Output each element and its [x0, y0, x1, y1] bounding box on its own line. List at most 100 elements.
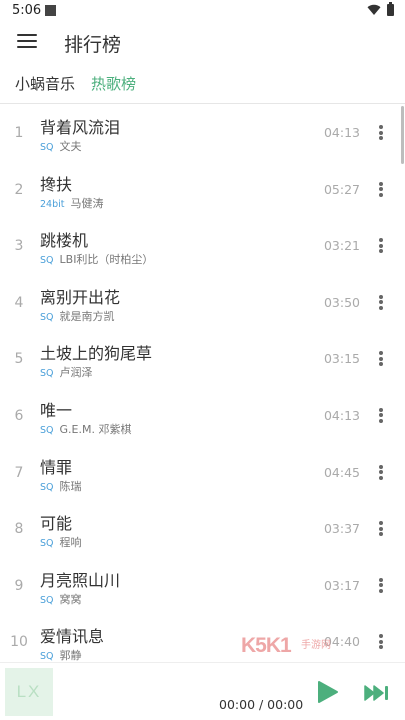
song-row[interactable]: 7 情罪 SQ 陈瑞 04:45 [0, 445, 400, 502]
quality-badge: SQ [40, 368, 54, 380]
song-index: 3 [14, 238, 24, 255]
more-options-icon[interactable] [378, 125, 384, 140]
more-options-icon[interactable] [378, 634, 384, 650]
song-index: 6 [14, 407, 24, 424]
song-index: 5 [14, 351, 24, 368]
song-index: 8 [14, 521, 24, 538]
song-duration: 05:27 [323, 181, 360, 197]
status-time: 5:06 [12, 3, 42, 18]
song-index: 1 [14, 125, 24, 141]
song-artist: 窝窝 [59, 592, 82, 606]
song-meta: SQ 陈瑞 [40, 478, 82, 494]
menu-icon[interactable] [17, 33, 37, 49]
scrollbar[interactable] [401, 106, 404, 164]
status-bar: 5:06 [0, 0, 405, 22]
song-name: 可能 [40, 514, 73, 534]
album-art[interactable]: LX [5, 668, 53, 716]
tab-hot-list[interactable]: 热歌榜 [91, 73, 136, 94]
song-row[interactable]: 1 背着风流泪 SQ 文夫 04:13 [0, 105, 400, 162]
quality-badge: SQ [40, 538, 54, 550]
quality-badge: SQ [40, 142, 54, 153]
more-options-icon[interactable] [378, 294, 384, 310]
song-meta: SQ G.E.M. 邓紫棋 [40, 421, 131, 437]
song-row[interactable]: 6 唯一 SQ G.E.M. 邓紫棋 04:13 [0, 388, 400, 445]
song-list: 1 背着风流泪 SQ 文夫 04:13 2 搀扶 24bit 马健涛 05:27 3… [0, 105, 400, 662]
song-duration: 03:15 [323, 351, 360, 367]
song-meta: SQ LBI利比（时柏尘） [40, 251, 153, 267]
song-name: 情罪 [40, 457, 73, 477]
quality-badge: SQ [40, 311, 54, 323]
song-artist: 文夫 [59, 140, 82, 153]
next-track-icon[interactable] [364, 685, 389, 701]
app-bar: 排行榜 [0, 22, 405, 64]
song-meta: SQ 程响 [40, 534, 82, 550]
song-row[interactable]: 2 搀扶 24bit 马健涛 05:27 [0, 162, 400, 219]
tab-source[interactable]: 小蜗音乐 [15, 73, 75, 94]
more-options-icon[interactable] [378, 351, 384, 367]
song-duration: 03:17 [323, 577, 360, 593]
song-duration: 04:13 [323, 407, 360, 423]
more-options-icon[interactable] [378, 181, 384, 197]
song-artist: 卢润泽 [59, 366, 93, 380]
page-title: 排行榜 [64, 34, 122, 56]
song-artist: 郭静 [59, 649, 82, 662]
song-artist: LBI利比（时柏尘） [59, 253, 154, 267]
song-artist: 就是南方凯 [59, 309, 115, 323]
song-artist: 程响 [59, 536, 82, 550]
song-duration: 04:45 [323, 464, 360, 480]
song-meta: SQ 就是南方凯 [40, 308, 115, 324]
song-name: 背着风流泪 [40, 118, 121, 137]
more-options-icon[interactable] [378, 464, 384, 480]
wifi-icon [367, 4, 381, 16]
play-icon[interactable] [317, 680, 339, 704]
quality-badge: SQ [40, 255, 54, 267]
song-index: 4 [14, 294, 24, 311]
song-duration: 03:50 [323, 294, 360, 310]
song-name: 土坡上的狗尾草 [40, 344, 153, 364]
song-duration: 04:13 [323, 125, 360, 140]
song-duration: 03:37 [323, 521, 360, 537]
song-index: 7 [14, 464, 24, 481]
song-meta: SQ 郭静 [40, 647, 82, 662]
song-name: 爱情讯息 [40, 627, 105, 647]
song-row[interactable]: 5 土坡上的狗尾草 SQ 卢润泽 03:15 [0, 331, 400, 388]
more-options-icon[interactable] [378, 577, 384, 593]
song-artist: G.E.M. 邓紫棋 [59, 422, 132, 436]
quality-badge: SQ [40, 424, 54, 436]
song-artist: 马健涛 [70, 196, 104, 210]
song-name: 离别开出花 [40, 287, 121, 307]
song-duration: 03:21 [323, 238, 360, 254]
song-row[interactable]: 4 离别开出花 SQ 就是南方凯 03:50 [0, 275, 400, 332]
watermark: K5K1 手游网 [241, 634, 351, 660]
quality-badge: SQ [40, 481, 54, 493]
song-name: 唯一 [40, 400, 73, 420]
more-options-icon[interactable] [378, 521, 384, 537]
tab-bar: 小蜗音乐 热歌榜 [0, 64, 405, 104]
song-meta: 24bit 马健涛 [40, 195, 103, 211]
song-row[interactable]: 8 可能 SQ 程响 03:37 [0, 501, 400, 558]
song-artist: 陈瑞 [59, 479, 82, 493]
song-meta: SQ 卢润泽 [40, 364, 93, 380]
watermark-sub: 手游网 [301, 640, 331, 651]
song-index: 10 [10, 634, 28, 651]
song-index: 2 [14, 181, 24, 198]
album-placeholder: LX [16, 682, 42, 701]
song-name: 搀扶 [40, 174, 73, 194]
more-options-icon[interactable] [378, 238, 384, 254]
player-bar: LX 00:00 / 00:00 [0, 662, 405, 720]
quality-badge: 24bit [40, 198, 65, 210]
song-index: 9 [14, 577, 24, 594]
song-meta: SQ 文夫 [40, 138, 82, 154]
quality-badge: SQ [40, 594, 54, 606]
notification-icon [45, 5, 56, 16]
battery-icon [387, 2, 394, 16]
song-name: 跳楼机 [40, 231, 89, 251]
watermark-text: K5K1 [241, 634, 292, 657]
song-name: 月亮照山川 [40, 570, 121, 590]
more-options-icon[interactable] [378, 407, 384, 423]
song-row[interactable]: 3 跳楼机 SQ LBI利比（时柏尘） 03:21 [0, 218, 400, 275]
player-time: 00:00 / 00:00 [219, 697, 304, 712]
quality-badge: SQ [40, 651, 54, 662]
song-row[interactable]: 9 月亮照山川 SQ 窝窝 03:17 [0, 558, 400, 615]
song-meta: SQ 窝窝 [40, 591, 82, 607]
